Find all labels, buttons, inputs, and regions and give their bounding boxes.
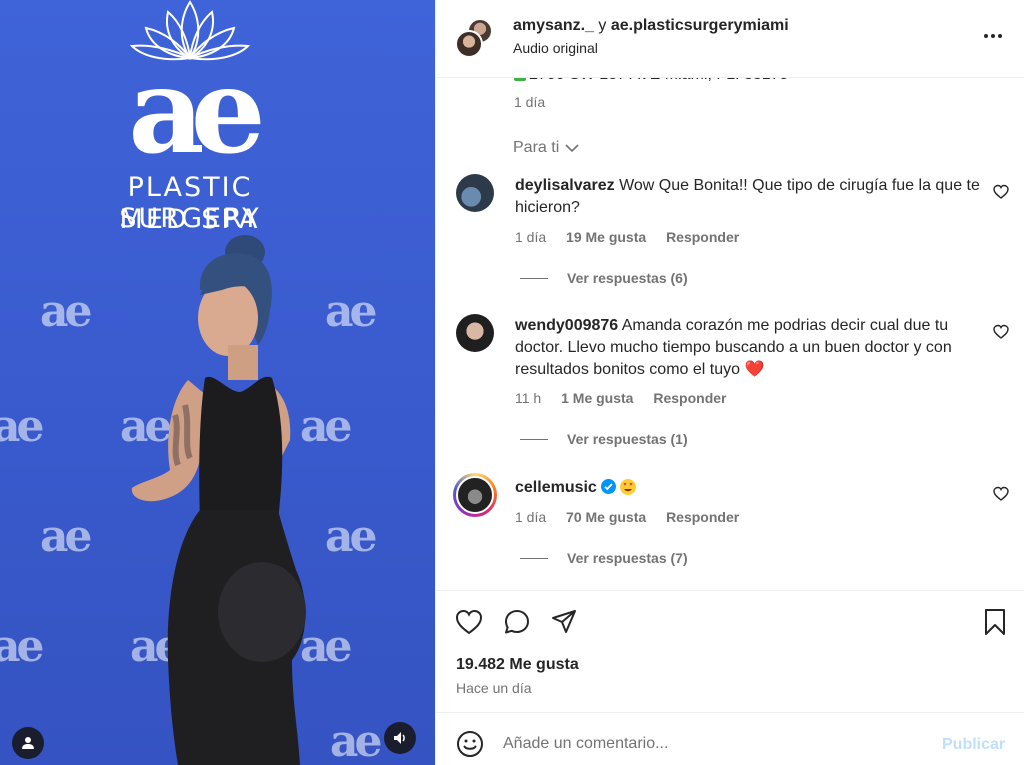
heart-emoji: ❤️: [744, 361, 765, 378]
comment-likes[interactable]: 1 Me gusta: [561, 390, 633, 406]
heart-icon[interactable]: [993, 324, 1009, 340]
comment-composer: Añade un comentario... Publicar: [436, 712, 1024, 765]
heart-icon[interactable]: [993, 184, 1009, 200]
comment-likes[interactable]: 19 Me gusta: [566, 229, 646, 245]
avatar[interactable]: [456, 314, 494, 352]
authors-joiner: y: [598, 17, 607, 34]
post-authors: amysanz._ y ae.plasticsurgerymiami: [513, 17, 789, 35]
post-side-panel: 2700 SW 137 AVE Miami, FL. 33175 1 día P…: [435, 0, 1024, 765]
post-time[interactable]: Hace un día: [456, 680, 532, 696]
smiley-icon[interactable]: [456, 730, 484, 758]
heart-eyes-emoji-icon: [619, 479, 636, 495]
post-actions: 19.482 Me gusta Hace un día: [436, 590, 1024, 712]
audio-link[interactable]: Audio original: [513, 40, 598, 56]
sort-dropdown[interactable]: Para ti: [513, 139, 579, 157]
author-username[interactable]: amysanz._: [513, 17, 594, 34]
user-icon: [22, 737, 34, 749]
heart-icon[interactable]: [993, 486, 1009, 502]
avatar[interactable]: [456, 174, 494, 212]
comment-username[interactable]: wendy009876: [515, 317, 618, 334]
bookmark-icon[interactable]: [980, 607, 1010, 637]
reply-button[interactable]: Responder: [666, 509, 739, 525]
collaborator-avatar[interactable]: [455, 30, 483, 58]
avatar: [456, 476, 494, 514]
comment-time: 1 día: [515, 229, 547, 245]
person-figure: [131, 235, 306, 765]
more-horizontal-icon[interactable]: [981, 26, 1005, 46]
comment-username[interactable]: cellemusic: [515, 479, 597, 496]
comments-scroll-area[interactable]: 2700 SW 137 AVE Miami, FL. 33175 1 día P…: [436, 0, 1024, 590]
heart-icon[interactable]: [454, 607, 484, 637]
comment-username[interactable]: deylisalvarez: [515, 177, 615, 194]
view-replies-button[interactable]: Ver respuestas (1): [520, 431, 688, 447]
tagged-users-button[interactable]: [12, 727, 44, 759]
comment-time: 11 h: [515, 390, 542, 406]
reply-button[interactable]: Responder: [666, 229, 739, 245]
sound-toggle-button[interactable]: [384, 722, 416, 754]
comment-input[interactable]: Añade un comentario...: [503, 735, 668, 753]
chevron-down-icon: [565, 144, 579, 153]
comment-likes[interactable]: 70 Me gusta: [566, 509, 646, 525]
sort-label: Para ti: [513, 139, 560, 156]
comment-icon[interactable]: [502, 607, 532, 637]
post-comment-button[interactable]: Publicar: [942, 736, 1005, 754]
post-media[interactable]: ae ae ae ae ae ae ae ae ae ae ae ae PLAS…: [0, 0, 435, 765]
view-replies-button[interactable]: Ver respuestas (6): [520, 270, 688, 286]
likes-count[interactable]: 19.482 Me gusta: [456, 656, 579, 674]
send-icon[interactable]: [549, 607, 579, 637]
view-replies-button[interactable]: Ver respuestas (7): [520, 550, 688, 566]
collaborator-username[interactable]: ae.plasticsurgerymiami: [611, 17, 789, 34]
verified-badge-icon: [600, 479, 616, 494]
reply-button[interactable]: Responder: [653, 390, 726, 406]
post-header: amysanz._ y ae.plasticsurgerymiami Audio…: [436, 0, 1024, 78]
speaker-icon: [394, 732, 405, 744]
avatar-story-ring[interactable]: [453, 473, 497, 517]
caption-time: 1 día: [514, 94, 546, 110]
comment-time: 1 día: [515, 509, 547, 525]
